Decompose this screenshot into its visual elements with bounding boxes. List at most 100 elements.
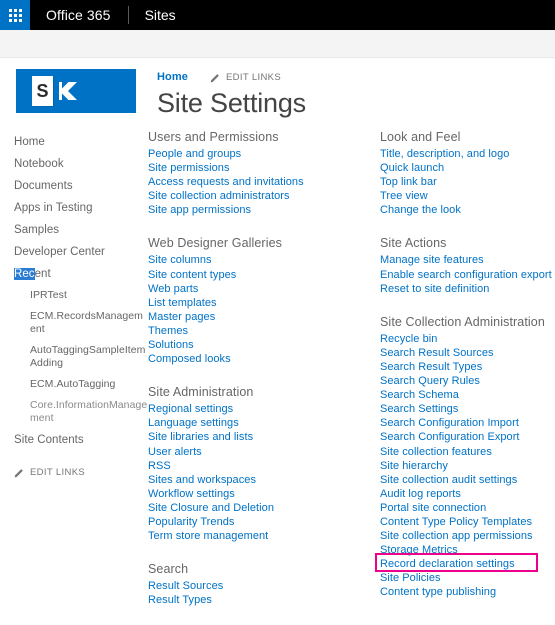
settings-link-change-the-look[interactable]: Change the look	[380, 203, 555, 217]
settings-link-sites-and-workspaces[interactable]: Sites and workspaces	[148, 473, 380, 487]
settings-link-quick-launch[interactable]: Quick launch	[380, 161, 555, 175]
settings-link-record-declaration-settings[interactable]: Record declaration settings	[375, 553, 555, 573]
settings-link-search-result-types[interactable]: Search Result Types	[380, 360, 555, 374]
app-launcher-button[interactable]	[0, 0, 30, 30]
sharepoint-logo: S	[16, 69, 136, 113]
settings-link-search-configuration-export[interactable]: Search Configuration Export	[380, 430, 555, 444]
settings-link-web-parts[interactable]: Web parts	[148, 282, 380, 296]
edit-links-button-quicklaunch[interactable]: EDIT LINKS	[14, 467, 148, 478]
breadcrumb-home-link[interactable]: Home	[157, 71, 188, 83]
settings-link-site-libraries-and-lists[interactable]: Site libraries and lists	[148, 430, 380, 444]
settings-link-site-columns[interactable]: Site columns	[148, 253, 380, 267]
quicklaunch-item-iprtest[interactable]: IPRTest	[14, 285, 148, 306]
quicklaunch-item-label: Site Contents	[14, 434, 84, 446]
suite-bar: Office 365 Sites	[0, 0, 555, 30]
settings-link-site-collection-audit-settings[interactable]: Site collection audit settings	[380, 473, 555, 487]
quicklaunch-item-developer-center[interactable]: Developer Center	[14, 241, 148, 263]
section-title: Site Collection Administration	[380, 314, 545, 329]
settings-link-site-policies[interactable]: Site Policies	[380, 571, 555, 585]
quicklaunch-item-label: ECM.RecordsManagement	[30, 310, 143, 335]
quicklaunch-item-label: ECM.AutoTagging	[30, 378, 116, 390]
settings-link-search-schema[interactable]: Search Schema	[380, 388, 555, 402]
section-title: Site Administration	[148, 385, 254, 400]
settings-link-people-and-groups[interactable]: People and groups	[148, 147, 380, 161]
quicklaunch-item-apps-in-testing[interactable]: Apps in Testing	[14, 197, 148, 219]
quicklaunch-item-recent[interactable]: Recent	[14, 263, 148, 285]
section-title: Search	[148, 562, 189, 577]
edit-links-button-header[interactable]: EDIT LINKS	[210, 72, 281, 83]
quicklaunch-item-autotaggingsampleitemadding[interactable]: AutoTaggingSampleItemAdding	[14, 340, 148, 374]
settings-link-site-hierarchy[interactable]: Site hierarchy	[380, 459, 555, 473]
edit-links-label: EDIT LINKS	[30, 467, 86, 478]
quicklaunch-item-documents[interactable]: Documents	[14, 175, 148, 197]
sharepoint-logo-letter: S	[32, 76, 53, 106]
settings-link-site-permissions[interactable]: Site permissions	[148, 161, 380, 175]
pencil-icon	[14, 469, 23, 478]
settings-link-search-result-sources[interactable]: Search Result Sources	[380, 346, 555, 360]
settings-link-list-templates[interactable]: List templates	[148, 296, 380, 310]
quicklaunch-item-ecm-autotagging[interactable]: ECM.AutoTagging	[14, 374, 148, 395]
settings-link-access-requests-and-invitations[interactable]: Access requests and invitations	[148, 175, 380, 189]
office365-brand-link[interactable]: Office 365	[30, 0, 128, 30]
settings-link-portal-site-connection[interactable]: Portal site connection	[380, 501, 555, 515]
settings-link-search-query-rules[interactable]: Search Query Rules	[380, 374, 555, 388]
quicklaunch-item-ecm-recordsmanagement[interactable]: ECM.RecordsManagement	[14, 306, 148, 340]
settings-link-workflow-settings[interactable]: Workflow settings	[148, 487, 380, 501]
settings-link-list: Regional settings Language settings Site l…	[148, 402, 380, 543]
settings-link-search-configuration-import[interactable]: Search Configuration Import	[380, 416, 555, 430]
settings-link-tree-view[interactable]: Tree view	[380, 189, 555, 203]
settings-link-solutions[interactable]: Solutions	[148, 338, 380, 352]
quicklaunch-item-core-informationmanagement[interactable]: Core.InformationManagement	[14, 395, 148, 429]
settings-link-audit-log-reports[interactable]: Audit log reports	[380, 487, 555, 501]
quick-launch-nav: Home Notebook Documents Apps in Testing Samp…	[0, 127, 148, 478]
settings-link-site-closure-and-deletion[interactable]: Site Closure and Deletion	[148, 501, 380, 515]
settings-link-rss[interactable]: RSS	[148, 459, 380, 473]
quicklaunch-item-notebook[interactable]: Notebook	[14, 153, 148, 175]
settings-link-storage-metrics[interactable]: Storage Metrics	[380, 543, 555, 557]
settings-link-title-description-and-logo[interactable]: Title, description, and logo	[380, 147, 555, 161]
settings-section-site-administration: Site Administration Regional settings Lang…	[148, 384, 380, 543]
settings-link-term-store-management[interactable]: Term store management	[148, 529, 380, 543]
quicklaunch-item-label: Home	[14, 136, 45, 148]
settings-link-content-type-policy-templates[interactable]: Content Type Policy Templates	[380, 515, 555, 529]
settings-column-middle: Users and Permissions People and groups Si…	[148, 129, 380, 625]
quicklaunch-item-label: Samples	[14, 224, 60, 236]
edit-links-label: EDIT LINKS	[225, 71, 282, 83]
settings-link-recycle-bin[interactable]: Recycle bin	[380, 332, 555, 346]
settings-section-users-and-permissions: Users and Permissions People and groups Si…	[148, 129, 380, 217]
settings-link-user-alerts[interactable]: User alerts	[148, 445, 380, 459]
quicklaunch-item-label: Documents	[14, 180, 73, 192]
suite-nav-sites[interactable]: Sites	[129, 0, 192, 30]
settings-link-themes[interactable]: Themes	[148, 324, 380, 338]
settings-link-result-sources[interactable]: Result Sources	[148, 579, 380, 593]
quicklaunch-item-site-contents[interactable]: Site Contents	[14, 429, 148, 451]
settings-link-content-type-publishing[interactable]: Content type publishing	[380, 585, 555, 599]
settings-link-site-collection-administrators[interactable]: Site collection administrators	[148, 189, 380, 203]
settings-link-site-app-permissions[interactable]: Site app permissions	[148, 203, 380, 217]
settings-link-regional-settings[interactable]: Regional settings	[148, 402, 380, 416]
page-title: Site Settings	[157, 88, 306, 118]
settings-columns: Users and Permissions People and groups Si…	[148, 127, 555, 625]
quicklaunch-item-samples[interactable]: Samples	[14, 219, 148, 241]
quicklaunch-item-label: Notebook	[14, 158, 64, 170]
settings-link-composed-looks[interactable]: Composed looks	[148, 352, 380, 366]
settings-link-site-content-types[interactable]: Site content types	[148, 268, 380, 282]
settings-link-popularity-trends[interactable]: Popularity Trends	[148, 515, 380, 529]
settings-link-language-settings[interactable]: Language settings	[148, 416, 380, 430]
ribbon-strip	[0, 30, 555, 58]
app-launcher-waffle-icon	[8, 8, 22, 22]
settings-link-reset-to-site-definition[interactable]: Reset to site definition	[380, 282, 555, 296]
quicklaunch-item-label: IPRTest	[30, 289, 67, 301]
settings-link-enable-search-configuration-export[interactable]: Enable search configuration export	[380, 268, 555, 282]
settings-link-site-collection-app-permissions[interactable]: Site collection app permissions	[380, 529, 555, 543]
quicklaunch-item-label: ent	[34, 268, 51, 280]
settings-link-master-pages[interactable]: Master pages	[148, 310, 380, 324]
settings-link-manage-site-features[interactable]: Manage site features	[380, 253, 555, 267]
quicklaunch-item-home[interactable]: Home	[14, 131, 148, 153]
settings-link-search-settings[interactable]: Search Settings	[380, 402, 555, 416]
settings-link-result-types[interactable]: Result Types	[148, 593, 380, 607]
settings-link-list: Result Sources Result Types	[148, 579, 380, 607]
settings-section-web-designer-galleries: Web Designer Galleries Site columns Site c…	[148, 235, 380, 366]
settings-link-site-collection-features[interactable]: Site collection features	[380, 445, 555, 459]
settings-link-top-link-bar[interactable]: Top link bar	[380, 175, 555, 189]
